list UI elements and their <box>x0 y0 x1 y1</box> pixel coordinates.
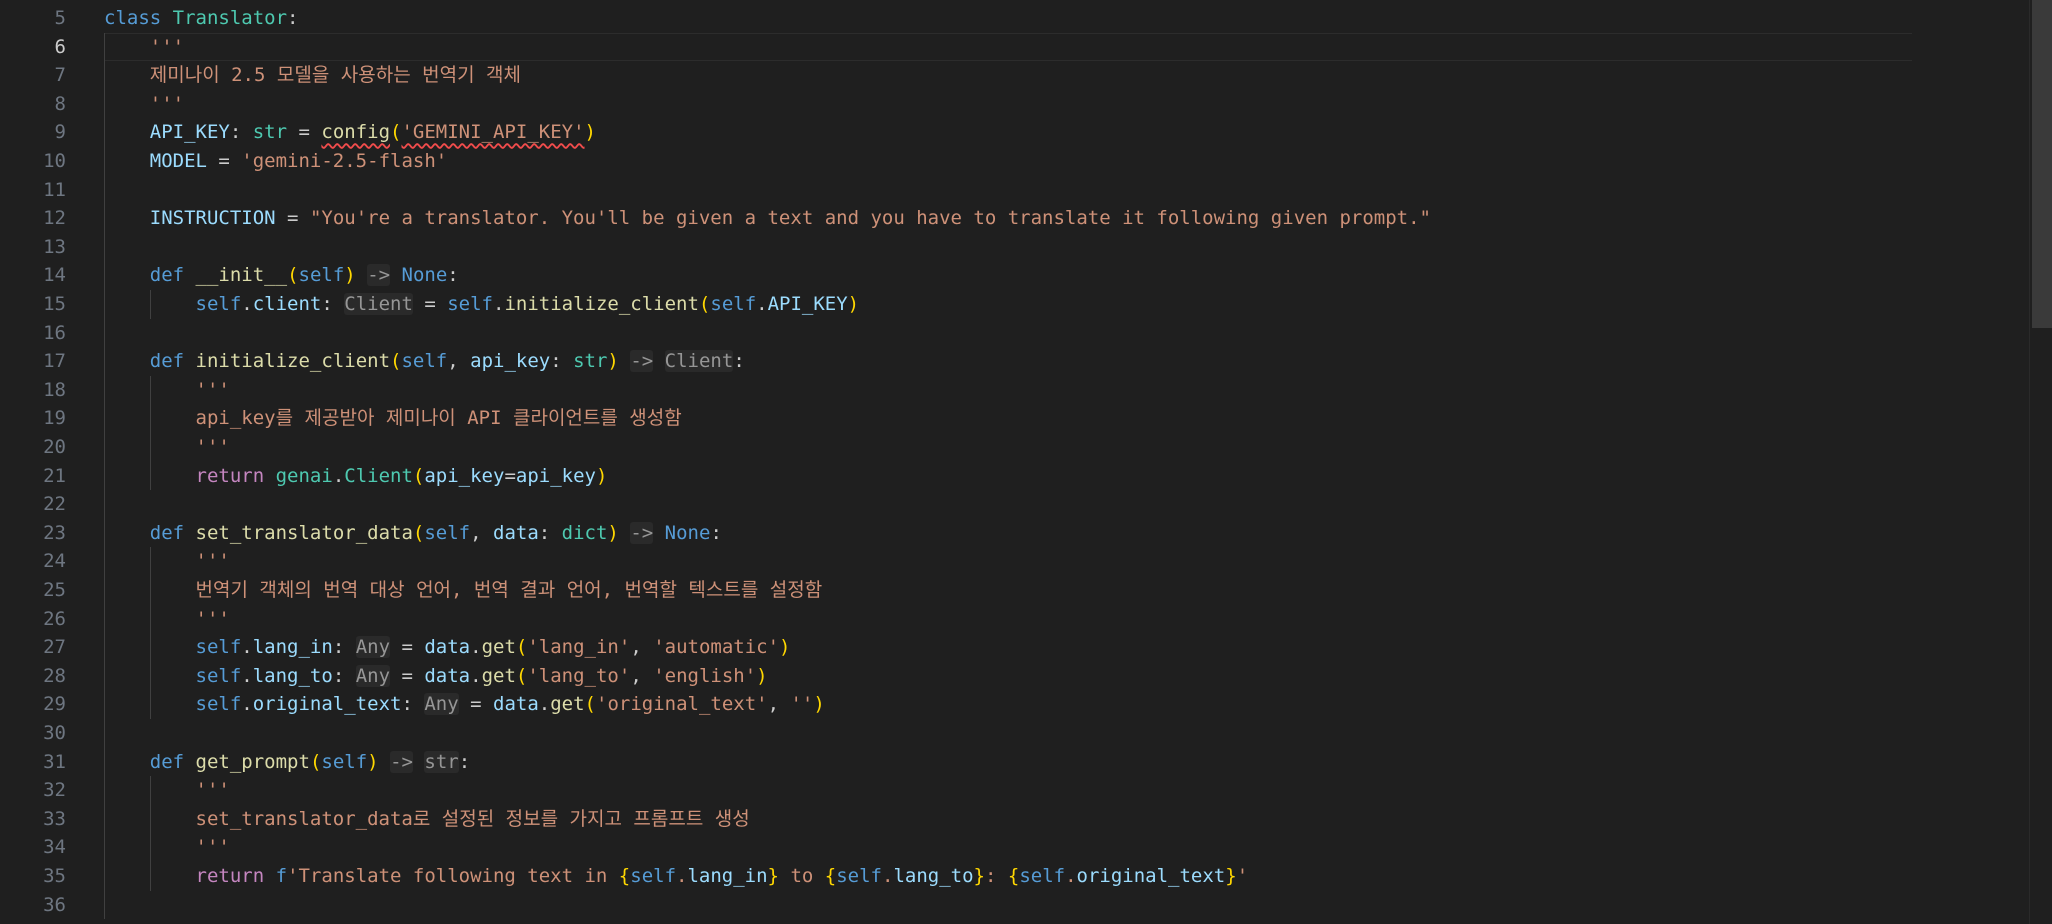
line-number: 21 <box>43 464 66 487</box>
code-line[interactable]: ''' <box>104 833 230 862</box>
line-number: 10 <box>43 150 66 172</box>
scrollbar-thumb[interactable] <box>2032 0 2052 328</box>
code-line[interactable]: ''' <box>104 605 230 634</box>
code-line[interactable]: 번역기 객체의 번역 대상 언어, 번역 결과 언어, 번역할 텍스트를 설정함 <box>104 576 823 605</box>
code-line[interactable]: API_KEY: str = config('GEMINI_API_KEY') <box>104 118 596 147</box>
code-line[interactable]: api_key를 제공받아 제미나이 API 클라이언트를 생성함 <box>104 404 682 433</box>
line-number: 17 <box>43 350 66 373</box>
line-number: 16 <box>43 321 66 344</box>
line-number: 6 <box>54 35 66 58</box>
code-line[interactable]: self.lang_in: Any = data.get('lang_in', … <box>104 633 791 662</box>
line-number: 22 <box>43 493 66 516</box>
code-area[interactable]: class Translator: ''' 제미나이 2.5 모델을 사용하는 … <box>104 0 2052 924</box>
line-number: 8 <box>54 92 66 115</box>
indent-guide <box>150 776 151 891</box>
indent-guide <box>104 32 105 920</box>
line-number: 33 <box>43 807 66 830</box>
code-line[interactable]: self.lang_to: Any = data.get('lang_to', … <box>104 662 768 691</box>
code-line[interactable]: ''' <box>104 547 230 576</box>
code-line[interactable]: set_translator_data로 설정된 정보를 가지고 프롬프트 생성 <box>104 805 750 834</box>
code-line[interactable]: def __init__(self) -> None: <box>104 261 459 290</box>
line-number: 26 <box>43 607 66 630</box>
code-line[interactable]: ''' <box>104 90 184 119</box>
line-number: 35 <box>43 865 66 887</box>
line-number: 30 <box>43 722 66 744</box>
code-line[interactable]: self.original_text: Any = data.get('orig… <box>104 690 825 719</box>
line-number: 12 <box>43 207 66 230</box>
vertical-scrollbar[interactable] <box>2029 0 2052 924</box>
code-line[interactable]: INSTRUCTION = "You're a translator. You'… <box>104 204 1431 233</box>
line-number: 7 <box>54 64 66 87</box>
code-line[interactable]: class Translator: <box>104 4 299 33</box>
indent-guide <box>150 375 151 491</box>
line-number: 19 <box>43 407 66 430</box>
code-line[interactable]: return f'Translate following text in {se… <box>104 862 1249 891</box>
line-number: 36 <box>43 893 66 916</box>
line-number: 14 <box>43 264 66 287</box>
code-editor[interactable]: 5 6 7 8 9 10 11 12 13 14 15 16 17 18 19 20 21 22 23 24 25 26 2… <box>0 0 2052 924</box>
line-number: 31 <box>43 750 66 773</box>
code-line[interactable]: 제미나이 2.5 모델을 사용하는 번역기 객체 <box>104 61 521 90</box>
indent-guide <box>150 547 151 719</box>
code-line[interactable]: MODEL = 'gemini-2.5-flash' <box>104 147 447 176</box>
line-number: 34 <box>43 836 66 859</box>
line-number: 5 <box>54 7 66 29</box>
line-number: 20 <box>43 436 66 458</box>
line-number: 23 <box>43 521 66 544</box>
line-number: 11 <box>43 178 66 201</box>
line-number: 25 <box>43 579 66 601</box>
line-number: 29 <box>43 693 66 716</box>
line-number: 28 <box>43 664 66 687</box>
code-line[interactable]: ''' <box>104 376 230 405</box>
line-number: 9 <box>54 121 66 144</box>
line-number-gutter: 5 6 7 8 9 10 11 12 13 14 15 16 17 18 19 20 21 22 23 24 25 26 2… <box>0 0 66 924</box>
line-number: 32 <box>43 779 66 802</box>
code-line[interactable]: self.client: Client = self.initialize_cl… <box>104 290 859 319</box>
code-line[interactable]: def initialize_client(self, api_key: str… <box>104 347 745 376</box>
code-line[interactable]: def get_prompt(self) -> str: <box>104 748 470 777</box>
code-line[interactable]: def set_translator_data(self, data: dict… <box>104 519 722 548</box>
code-line[interactable]: ''' <box>104 33 184 62</box>
indent-guide <box>150 290 151 319</box>
line-number: 27 <box>43 636 66 659</box>
line-number: 24 <box>43 550 66 573</box>
code-line[interactable]: ''' <box>104 433 230 462</box>
line-number: 15 <box>43 293 66 315</box>
code-line[interactable]: ''' <box>104 776 230 805</box>
code-line[interactable]: return genai.Client(api_key=api_key) <box>104 462 608 491</box>
line-number: 13 <box>43 235 66 258</box>
line-number: 18 <box>43 378 66 401</box>
